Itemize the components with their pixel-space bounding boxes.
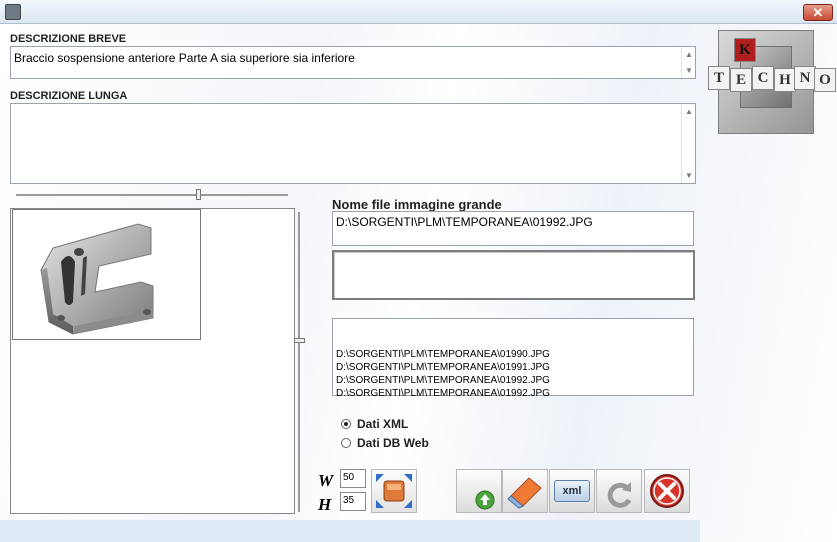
descrizione-breve-scrollbar[interactable]: ▲ ▼ [681,47,695,78]
cancel-button[interactable] [644,469,690,513]
scroll-up-icon[interactable]: ▲ [685,107,693,116]
image-file-label: Nome file immagine grande [332,197,502,212]
scroll-down-icon[interactable]: ▼ [685,171,693,180]
part-thumbnail[interactable] [12,209,201,340]
upload-icon [475,490,495,510]
scroll-up-icon[interactable]: ▲ [685,50,693,59]
image-file-field[interactable]: D:\SORGENTI\PLM\TEMPORANEA\01992.JPG [332,211,694,246]
descrizione-breve-value: Braccio sospensione anteriore Parte A si… [14,51,355,65]
radio-dati-db-web[interactable] [341,438,351,448]
list-item[interactable]: D:\SORGENTI\PLM\TEMPORANEA\01991.JPG [336,361,550,374]
resize-expand-icon [376,474,412,508]
width-input[interactable]: 50 [340,469,366,488]
refresh-icon [607,482,632,508]
ktechno-logo: K T E C H N O [700,24,837,144]
vertical-slider-thumb[interactable] [294,338,305,343]
app-icon [5,4,21,20]
logo-letter: T [708,66,730,90]
list-item[interactable]: D:\SORGENTI\PLM\TEMPORANEA\01992.JPG [336,387,550,400]
logo-letter: N [794,66,816,90]
logo-letter: H [774,68,796,92]
image-file-value: D:\SORGENTI\PLM\TEMPORANEA\01992.JPG [336,215,593,229]
cancel-icon [650,474,684,508]
height-label: H [318,495,332,514]
horizontal-slider-track[interactable] [16,194,288,196]
height-input[interactable]: 35 [340,492,366,511]
status-strip [0,520,700,542]
descrizione-breve-label: DESCRIZIONE BREVE [10,33,127,45]
descrizione-lunga-label: DESCRIZIONE LUNGA [10,90,128,102]
title-bar: ✕ [0,0,837,24]
vertical-slider-track[interactable] [298,212,300,512]
logo-letter: C [752,66,774,90]
eraser-icon [507,477,542,509]
descrizione-lunga-scrollbar[interactable]: ▲ ▼ [681,104,695,183]
window-close-button[interactable]: ✕ [803,4,833,21]
logo-letter: K [734,38,756,62]
width-label: W [318,471,334,490]
descrizione-lunga-field[interactable]: ▲ ▼ [10,103,696,184]
radio-dati-xml[interactable] [341,419,351,429]
file-list-items: D:\SORGENTI\PLM\TEMPORANEA\01990.JPG D:\… [336,348,550,400]
export-xml-button[interactable]: xml [549,469,595,513]
horizontal-slider-thumb[interactable] [196,189,201,200]
part-3d-image [40,223,154,335]
file-list[interactable]: D:\SORGENTI\PLM\TEMPORANEA\01990.JPG D:\… [332,318,694,399]
list-item[interactable]: D:\SORGENTI\PLM\TEMPORANEA\01992.JPG [336,374,550,387]
logo-letter: E [730,68,752,92]
fit-image-button[interactable] [371,469,417,513]
clear-button[interactable] [502,469,548,513]
list-item[interactable]: D:\SORGENTI\PLM\TEMPORANEA\01990.JPG [336,348,550,361]
refresh-button[interactable] [596,469,642,513]
upload-button[interactable] [456,469,502,513]
radio-dati-db-web-label[interactable]: Dati DB Web [357,436,429,450]
xml-icon: xml [554,480,590,502]
descrizione-breve-field[interactable]: Braccio sospensione anteriore Parte A si… [10,46,696,79]
radio-dati-xml-label[interactable]: Dati XML [357,417,408,431]
logo-letter: O [814,68,836,92]
secondary-input-field[interactable] [332,250,695,300]
scroll-down-icon[interactable]: ▼ [685,66,693,75]
